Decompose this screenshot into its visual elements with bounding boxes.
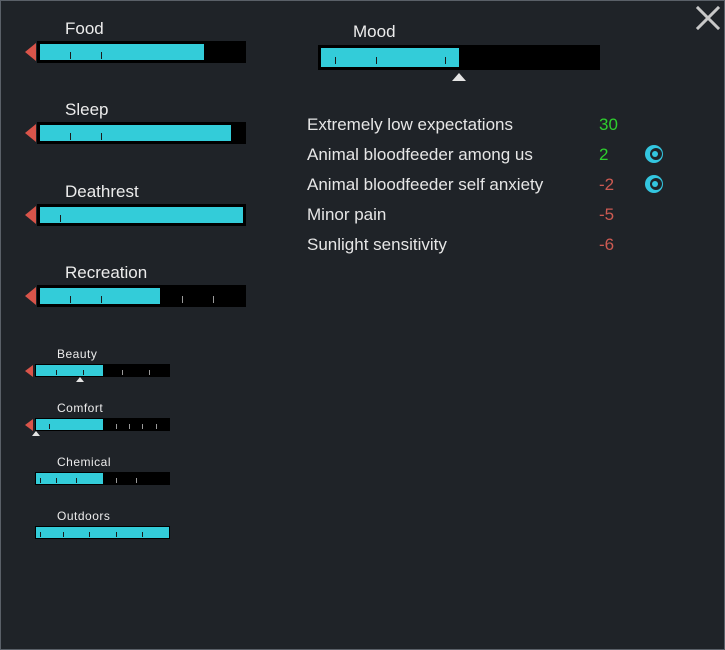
threshold-tick <box>122 370 123 375</box>
need-bar[interactable] <box>37 285 246 307</box>
falling-arrow-icon <box>25 287 36 305</box>
need-chemical: Chemical <box>25 455 255 515</box>
thought-mood-value: -6 <box>599 235 615 254</box>
thought-row[interactable]: Extremely low expectations 30 <box>307 115 687 145</box>
mood-bar-fill <box>321 48 459 67</box>
threshold-tick <box>116 532 117 537</box>
threshold-tick <box>213 296 214 303</box>
threshold-tick <box>70 52 71 59</box>
falling-arrow-icon <box>25 364 33 377</box>
threshold-tick <box>116 478 117 483</box>
thought-label: Animal bloodfeeder among us <box>307 145 533 164</box>
threshold-tick <box>116 424 117 429</box>
threshold-tick <box>101 296 102 303</box>
need-deathrest: Deathrest <box>25 182 255 242</box>
need-bar-fill <box>40 125 231 141</box>
falling-arrow-icon <box>25 418 33 431</box>
need-target-marker-icon <box>32 431 40 436</box>
falling-arrow-icon <box>25 206 36 224</box>
threshold-tick <box>56 478 57 483</box>
threshold-tick <box>63 532 64 537</box>
threshold-tick <box>49 424 50 429</box>
thought-mood-value: 30 <box>599 115 618 134</box>
threshold-tick <box>70 133 71 140</box>
mood-need: Mood <box>318 21 608 91</box>
thought-mood-value: 2 <box>599 145 609 164</box>
need-bar-fill <box>40 207 243 223</box>
need-label: Comfort <box>57 401 104 415</box>
threshold-tick <box>142 424 143 429</box>
need-bar[interactable] <box>37 204 246 226</box>
need-bar[interactable] <box>35 364 170 377</box>
mood-bar[interactable] <box>318 45 600 70</box>
mood-target-marker-icon <box>452 73 466 81</box>
needs-panel: Food Sleep Deathrest Recreation Beauty Comfor… <box>0 0 725 650</box>
need-sleep: Sleep <box>25 100 255 160</box>
threshold-tick <box>101 52 102 59</box>
need-beauty: Beauty <box>25 347 255 407</box>
need-label: Sleep <box>65 100 109 119</box>
need-bar[interactable] <box>35 526 170 539</box>
thought-row[interactable]: Minor pain -5 <box>307 205 687 235</box>
need-bar-fill <box>40 44 204 60</box>
falling-arrow-icon <box>25 43 36 61</box>
threshold-tick <box>101 133 102 140</box>
thought-label: Minor pain <box>307 205 387 224</box>
need-bar-fill <box>36 527 169 538</box>
threshold-tick <box>129 424 130 429</box>
need-outdoors: Outdoors <box>25 509 255 569</box>
mood-label: Mood <box>353 22 396 41</box>
need-bar-fill <box>40 288 160 304</box>
threshold-tick <box>142 532 143 537</box>
ideoligion-icon[interactable] <box>644 174 664 194</box>
threshold-tick <box>70 296 71 303</box>
need-label: Outdoors <box>57 509 111 523</box>
threshold-tick <box>76 478 77 483</box>
need-target-marker-icon <box>76 377 84 382</box>
threshold-tick <box>89 532 90 537</box>
need-food: Food <box>25 19 255 79</box>
threshold-tick <box>56 370 57 375</box>
threshold-tick <box>136 478 137 483</box>
need-bar[interactable] <box>35 418 170 431</box>
thought-row[interactable]: Animal bloodfeeder among us 2 <box>307 145 687 175</box>
need-bar-fill <box>36 365 103 376</box>
need-bar-fill <box>36 419 103 430</box>
need-label: Food <box>65 19 104 38</box>
thought-label: Extremely low expectations <box>307 115 513 134</box>
ideoligion-icon[interactable] <box>644 144 664 164</box>
need-bar[interactable] <box>37 41 246 63</box>
close-x-icon[interactable] <box>695 5 721 31</box>
thought-row[interactable]: Sunlight sensitivity -6 <box>307 235 687 265</box>
threshold-tick <box>156 424 157 429</box>
mood-threshold-tick <box>445 57 446 64</box>
thought-label: Sunlight sensitivity <box>307 235 447 254</box>
threshold-tick <box>83 370 84 375</box>
thought-label: Animal bloodfeeder self anxiety <box>307 175 544 194</box>
threshold-tick <box>60 215 61 222</box>
need-label: Chemical <box>57 455 112 469</box>
threshold-tick <box>40 478 41 483</box>
need-label: Beauty <box>57 347 98 361</box>
threshold-tick <box>182 296 183 303</box>
falling-arrow-icon <box>25 124 36 142</box>
mood-threshold-tick <box>376 57 377 64</box>
thought-mood-value: -5 <box>599 205 615 224</box>
thought-row[interactable]: Animal bloodfeeder self anxiety -2 <box>307 175 687 205</box>
need-bar[interactable] <box>35 472 170 485</box>
need-recreation: Recreation <box>25 263 255 323</box>
thought-mood-value: -2 <box>599 175 615 194</box>
need-comfort: Comfort <box>25 401 255 461</box>
need-bar[interactable] <box>37 122 246 144</box>
threshold-tick <box>149 370 150 375</box>
mood-threshold-tick <box>335 57 336 64</box>
threshold-tick <box>40 532 41 537</box>
need-label: Recreation <box>65 263 148 282</box>
need-bar-fill <box>36 473 103 484</box>
need-label: Deathrest <box>65 182 139 201</box>
